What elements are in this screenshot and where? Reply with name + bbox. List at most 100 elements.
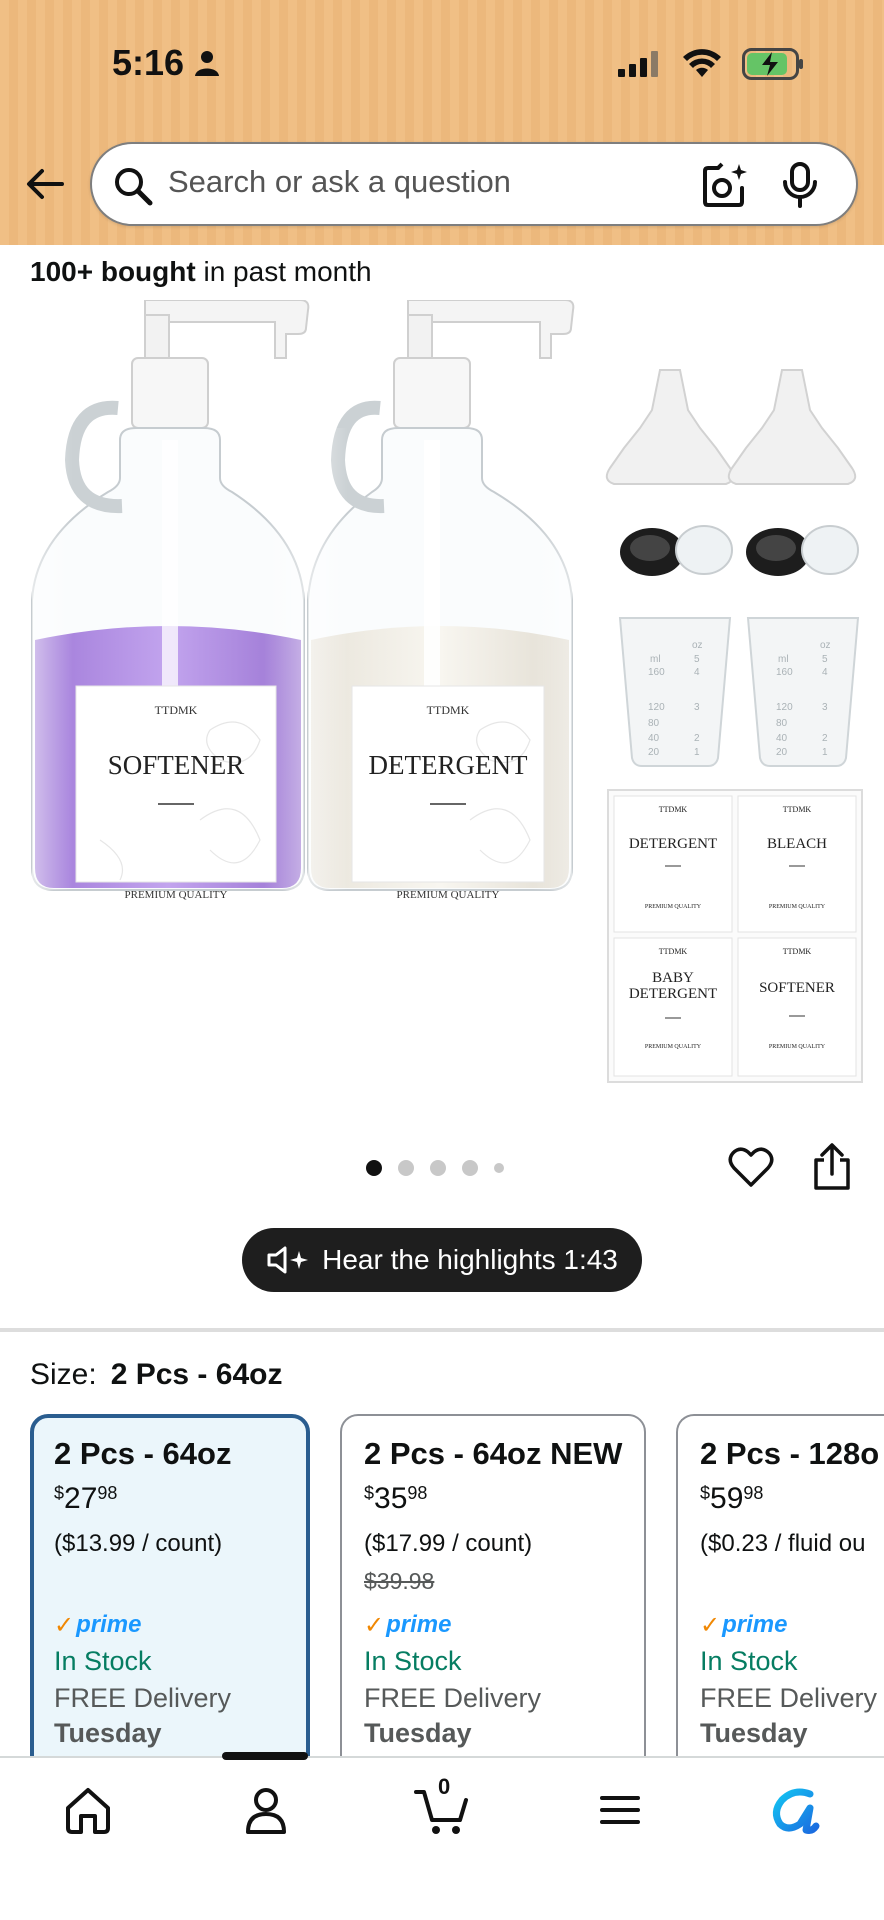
measuring-cups: ml 160 120 80 40 20 oz 5 4 3 2 1 ml 160 … (618, 617, 860, 767)
nav-menu[interactable] (590, 1780, 650, 1840)
section-divider (0, 1328, 884, 1332)
back-button[interactable] (22, 160, 70, 208)
prime-label: prime (76, 1611, 142, 1638)
status-time: 5:16 (112, 42, 220, 84)
sticker-tagline: PREMIUM QUALITY (769, 904, 826, 910)
stock-status: In Stock (364, 1646, 462, 1676)
cup-mark: 1 (694, 747, 700, 758)
sticker-brand: TTDMK (659, 805, 688, 814)
cup-mark: 20 (776, 747, 788, 758)
search-input[interactable]: Search or ask a question (90, 142, 858, 226)
nav-rufus[interactable] (766, 1780, 826, 1840)
caps (620, 525, 859, 576)
sticker-baby-line1: BABY (652, 970, 694, 986)
bought-in-past-month: 100+ bought in past month (30, 256, 372, 288)
search-icon (115, 168, 153, 206)
cup-mark: 80 (776, 718, 788, 729)
product-image[interactable]: TTDMK SOFTENER PREMIUM QUALITY TTDMK DET… (0, 300, 884, 1100)
sticker-tagline: PREMIUM QUALITY (645, 904, 702, 910)
nav-active-indicator (222, 1752, 308, 1760)
product-page: 5:16 Search or ask a question 100+ bough… (0, 0, 884, 1920)
speaker-sparkle-icon (267, 1246, 309, 1274)
prime-badge: ✓ prime (364, 1610, 622, 1640)
sticker-sheet: TTDMK DETERGENT PREMIUM QUALITY TTDMK BL… (607, 789, 863, 1083)
detergent-tagline: PREMIUM QUALITY (397, 889, 500, 901)
cup-mark: 120 (776, 702, 793, 713)
list-price (54, 1568, 286, 1598)
stock-status: In Stock (700, 1646, 798, 1676)
sticker-tagline: PREMIUM QUALITY (645, 1044, 702, 1050)
prime-check-icon: ✓ (700, 1611, 721, 1639)
detergent-brand: TTDMK (427, 703, 470, 717)
nav-cart[interactable]: 0 (412, 1774, 472, 1840)
microphone-icon[interactable] (780, 162, 820, 208)
stock-status: In Stock (54, 1646, 152, 1676)
sticker-bleach: BLEACH (767, 836, 827, 852)
person-icon (195, 51, 220, 76)
cup-mark: 3 (694, 702, 700, 713)
account-icon (246, 1788, 286, 1834)
size-option-price: $27 98 (54, 1484, 286, 1514)
sticker-baby-line2: DETERGENT (629, 986, 717, 1002)
camera-lens-icon[interactable] (702, 162, 748, 208)
list-price: $39.98 (364, 1568, 435, 1594)
cup-mark: 80 (648, 718, 660, 729)
delivery-day: Tuesday (54, 1718, 162, 1748)
nav-account[interactable] (236, 1780, 296, 1840)
sticker-brand: TTDMK (783, 947, 812, 956)
cart-count: 0 (438, 1774, 451, 1799)
carousel-dot[interactable] (494, 1163, 504, 1173)
carousel-dot[interactable] (462, 1160, 478, 1176)
size-option-card[interactable]: 2 Pcs - 128o $59 98 ($0.23 / fluid ou ✓ pr… (676, 1414, 884, 1774)
bottom-nav: 0 (0, 1752, 884, 1920)
size-option-title: 2 Pcs - 64oz NEW (364, 1436, 623, 1471)
size-label: Size: (30, 1358, 97, 1391)
cup-mark: 40 (648, 733, 660, 744)
unit-price: ($13.99 / count) (54, 1530, 223, 1557)
bought-suffix: in past month (195, 256, 372, 287)
softener-brand: TTDMK (155, 703, 198, 717)
cup-mark: 2 (822, 733, 828, 744)
unit-price: ($17.99 / count) (364, 1530, 533, 1557)
size-option-card[interactable]: 2 Pcs - 64oz $27 98 ($13.99 / count) ✓ pri… (30, 1414, 310, 1774)
carousel-dot[interactable] (398, 1160, 414, 1176)
detergent-name: DETERGENT (369, 750, 528, 780)
price-currency: $ (364, 1483, 375, 1503)
cup-mark: 20 (648, 747, 660, 758)
hear-highlights-label: Hear the highlights 1:43 (322, 1244, 618, 1275)
image-carousel-dots[interactable] (366, 1160, 504, 1176)
price-fraction: 98 (743, 1483, 764, 1503)
cup-mark: 4 (822, 667, 828, 678)
sticker-brand: TTDMK (659, 947, 688, 956)
cup-mark: 2 (694, 733, 700, 744)
sticker-brand: TTDMK (783, 805, 812, 814)
heart-icon (728, 1147, 774, 1187)
cup-left-ml: ml (650, 654, 661, 665)
price-whole: 35 (374, 1482, 408, 1515)
cup-mark: 160 (648, 667, 665, 678)
cup-mark: ml (778, 654, 789, 665)
battery-charging-icon (742, 48, 803, 80)
hear-highlights-button[interactable]: Hear the highlights 1:43 (242, 1228, 642, 1292)
share-button[interactable] (810, 1142, 854, 1192)
sticker-detergent: DETERGENT (629, 836, 717, 852)
delivery-info: FREE Delivery (364, 1683, 542, 1713)
header: 5:16 Search or ask a question (0, 0, 884, 245)
size-selector-label: Size: 2 Pcs - 64oz (30, 1358, 282, 1392)
cup-mark: oz (692, 640, 703, 651)
search-placeholder: Search or ask a question (168, 164, 511, 199)
prime-label: prime (722, 1611, 788, 1638)
price-fraction: 98 (97, 1483, 118, 1503)
size-option-price: $59 98 (700, 1484, 884, 1514)
carousel-dot-active[interactable] (366, 1160, 382, 1176)
funnels (605, 369, 857, 485)
nav-home[interactable] (58, 1780, 118, 1840)
wishlist-button[interactable] (728, 1144, 774, 1190)
sticker-softener: SOFTENER (759, 980, 835, 996)
carousel-dot[interactable] (430, 1160, 446, 1176)
size-value: 2 Pcs - 64oz (110, 1358, 283, 1391)
size-option-card[interactable]: 2 Pcs - 64oz NEW $35 98 ($17.99 / count) … (340, 1414, 646, 1774)
share-icon (814, 1143, 850, 1190)
cup-mark: oz (820, 640, 831, 651)
softener-name: SOFTENER (108, 750, 245, 780)
